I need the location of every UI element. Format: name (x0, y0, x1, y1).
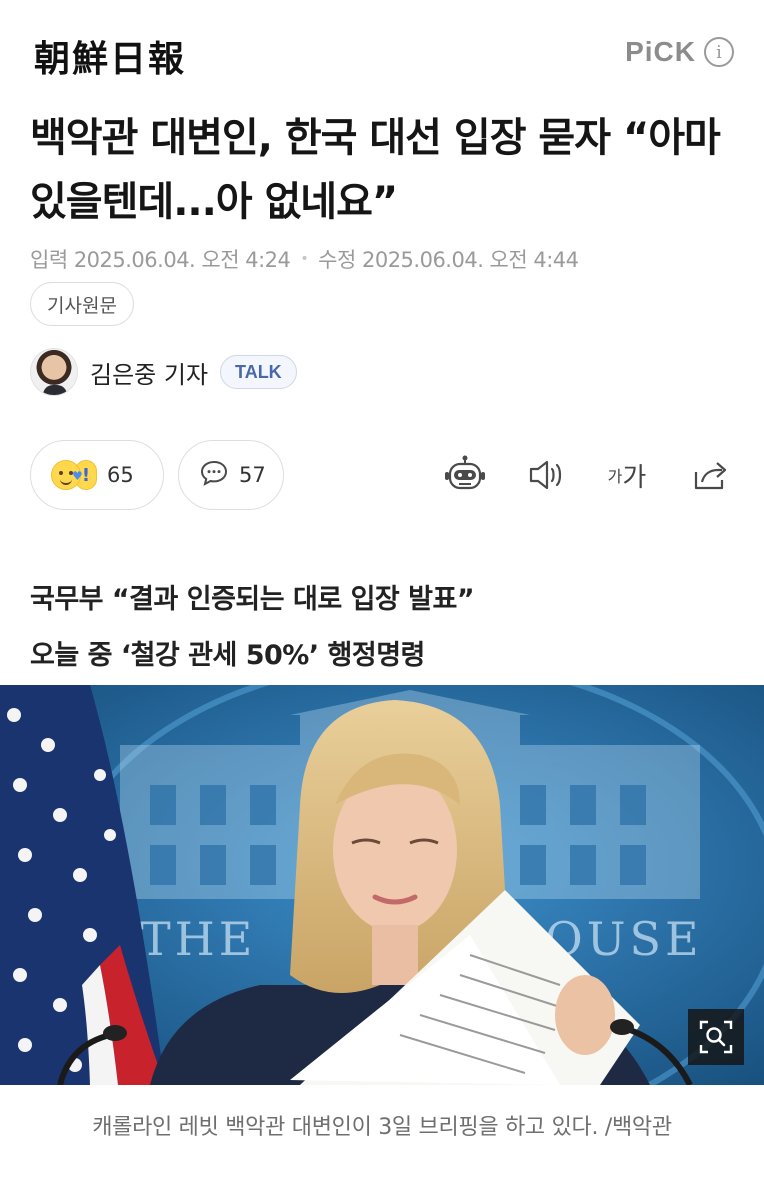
comment-button[interactable]: 57 (178, 440, 284, 510)
original-article-button[interactable]: 기사원문 (30, 282, 134, 326)
reporter-name[interactable]: 김은중 기자 (90, 355, 208, 390)
font-size-small-label: 가 (607, 467, 623, 486)
font-size-large-label: 가 (622, 462, 647, 493)
briefing-room-photo: THE OUSE (0, 685, 764, 1085)
input-date: 입력 2025.06.04. 오전 4:24 (30, 248, 291, 272)
pick-badge[interactable]: PiCK i (625, 36, 734, 68)
article-photo[interactable]: THE OUSE (0, 685, 764, 1085)
byline: 김은중 기자 TALK (30, 346, 297, 398)
subheadlines: 국무부 “결과 인증되는 대로 입장 발표” 오늘 중 ‘철강 관세 50%’ … (30, 572, 730, 684)
comment-count: 57 (239, 463, 266, 487)
robot-summary-icon[interactable] (440, 454, 490, 496)
backdrop-text-left: THE (140, 912, 256, 966)
comment-bubble-icon (199, 459, 229, 491)
zoom-image-button[interactable] (688, 1009, 744, 1065)
masthead: 朝鮮日報 PiCK i (0, 0, 764, 104)
pick-label: PiCK (625, 36, 696, 67)
info-icon[interactable]: i (704, 37, 734, 67)
reporter-avatar[interactable] (30, 348, 78, 396)
date-separator: • (300, 251, 309, 267)
reaction-emoji-icon: ♥ ! (51, 460, 97, 490)
heart-icon: ♥ (72, 469, 83, 483)
photo-caption: 캐롤라인 레빗 백악관 대변인이 3일 브리핑을 하고 있다. /백악관 (92, 1115, 672, 1140)
talk-button[interactable]: TALK (220, 355, 297, 389)
chosun-logo[interactable]: 朝鮮日報 (34, 30, 186, 82)
subheadline-1: 국무부 “결과 인증되는 대로 입장 발표” (30, 584, 475, 615)
magnifier-icon (699, 1020, 733, 1054)
modified-date: 수정 2025.06.04. 오전 4:44 (318, 248, 579, 272)
font-size-icon[interactable]: 가가 (602, 454, 652, 496)
share-icon[interactable] (688, 454, 732, 496)
speaker-icon[interactable] (524, 454, 568, 496)
smile-emoji: ♥ (51, 460, 83, 490)
reaction-count: 65 (107, 463, 134, 487)
article-headline: 백악관 대변인, 한국 대선 입장 묻자 “아마 있을텐데...아 없네요” (30, 115, 721, 225)
article-actions-bar: ♥ ! 65 57 가가 (30, 440, 734, 510)
article-dates: 입력 2025.06.04. 오전 4:24 • 수정 2025.06.04. … (30, 244, 579, 274)
reaction-button[interactable]: ♥ ! 65 (30, 440, 164, 510)
subheadline-2: 오늘 중 ‘철강 관세 50%’ 행정명령 (30, 640, 425, 671)
